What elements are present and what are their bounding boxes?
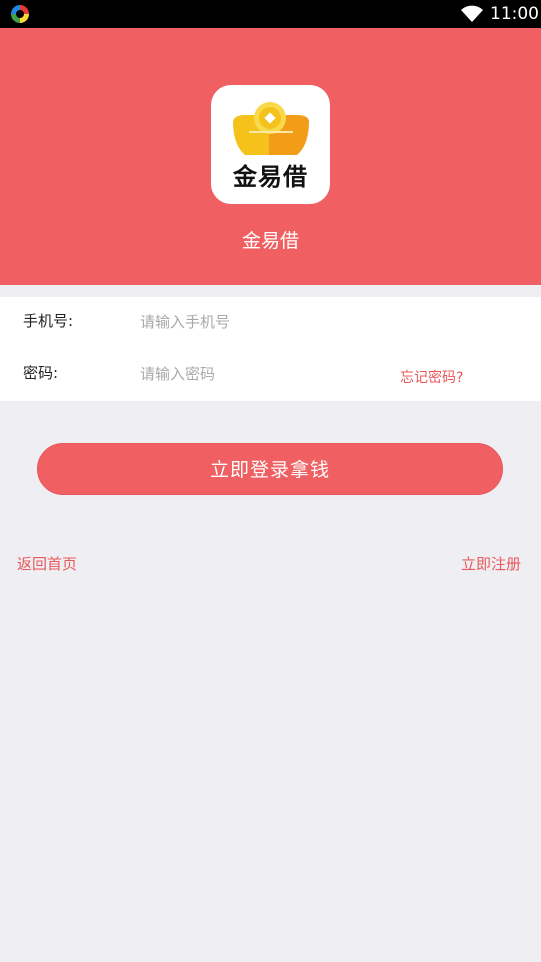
phone-input[interactable] bbox=[140, 309, 370, 335]
login-form: 手机号: 密码: 忘记密码? bbox=[0, 297, 541, 401]
phone-row: 手机号: bbox=[0, 297, 541, 349]
clock: 11:00 bbox=[490, 4, 539, 24]
back-home-link[interactable]: 返回首页 bbox=[17, 553, 77, 574]
status-bar: 11:00 bbox=[0, 0, 541, 28]
password-row: 密码: 忘记密码? bbox=[0, 349, 541, 401]
password-label: 密码: bbox=[23, 364, 59, 382]
header: 金易借 金易借 bbox=[0, 28, 541, 285]
phone-label: 手机号: bbox=[23, 312, 74, 330]
app-logo: 金易借 bbox=[211, 85, 330, 204]
login-button[interactable]: 立即登录拿钱 bbox=[37, 443, 503, 495]
password-input[interactable] bbox=[140, 361, 370, 387]
colorful-circle-icon bbox=[11, 5, 29, 23]
forgot-password-link[interactable]: 忘记密码? bbox=[400, 367, 463, 387]
logo-text: 金易借 bbox=[233, 163, 308, 191]
register-link[interactable]: 立即注册 bbox=[461, 553, 521, 574]
wifi-icon bbox=[461, 5, 483, 22]
app-name: 金易借 bbox=[241, 230, 299, 252]
